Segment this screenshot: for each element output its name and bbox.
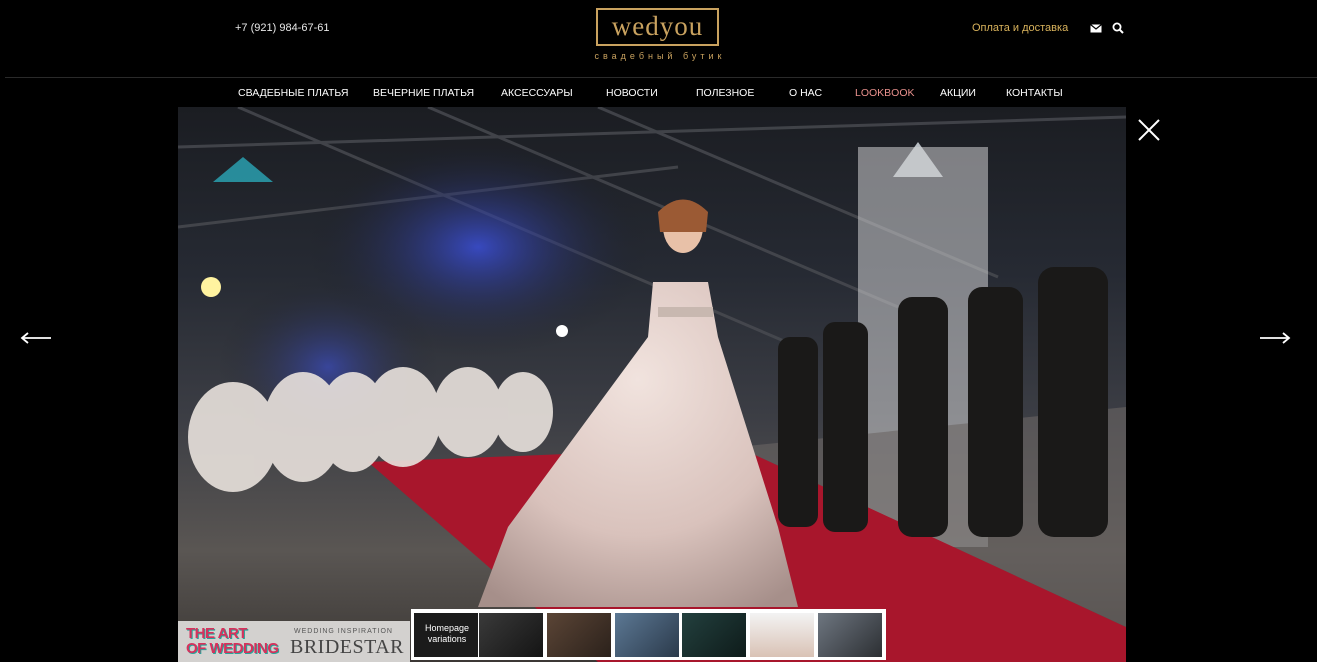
nav-item-accessories[interactable]: АКСЕССУАРЫ bbox=[501, 87, 573, 99]
nav-item-news[interactable]: НОВОСТИ bbox=[606, 87, 658, 99]
mail-icon[interactable] bbox=[1090, 24, 1102, 33]
thumbnail-caption: Homepage variations bbox=[418, 623, 476, 645]
site-header: +7 (921) 984-67-61 wedyou свадебный бути… bbox=[0, 0, 1317, 77]
lightbox-photo bbox=[178, 107, 1126, 662]
thumbnail-3[interactable] bbox=[547, 613, 611, 657]
thumbnail-7[interactable] bbox=[818, 613, 882, 657]
ad-banner[interactable]: THE ART OF WEDDING WEDDING INSPIRATION B… bbox=[178, 621, 410, 662]
main-navigation: СВАДЕБНЫЕ ПЛАТЬЯ ВЕЧЕРНИЕ ПЛАТЬЯ АКСЕССУ… bbox=[0, 84, 1317, 102]
thumbnail-4[interactable] bbox=[615, 613, 679, 657]
delivery-link[interactable]: Оплата и доставка bbox=[972, 22, 1068, 34]
thumbnail-caption-line2: variations bbox=[427, 634, 467, 644]
banner-art-of-wedding: THE ART OF WEDDING bbox=[186, 626, 282, 656]
header-divider bbox=[5, 77, 1317, 78]
search-icon[interactable] bbox=[1112, 22, 1124, 34]
phone-number[interactable]: +7 (921) 984-67-61 bbox=[235, 22, 329, 34]
banner-left-line1: THE ART bbox=[186, 625, 247, 642]
nav-item-contacts[interactable]: КОНТАКТЫ bbox=[1006, 87, 1063, 99]
nav-item-promotions[interactable]: АКЦИИ bbox=[940, 87, 976, 99]
banner-left-line2: OF WEDDING bbox=[186, 640, 279, 657]
banner-bridestar: BRIDESTAR bbox=[290, 636, 405, 658]
nav-item-useful[interactable]: ПОЛЕЗНОЕ bbox=[696, 87, 754, 99]
logo-wordmark: wedyou bbox=[596, 8, 719, 46]
thumbnail-5[interactable] bbox=[682, 613, 746, 657]
banner-small-text: WEDDING INSPIRATION bbox=[294, 628, 393, 635]
nav-item-about[interactable]: О НАС bbox=[789, 87, 822, 99]
logo[interactable]: wedyou свадебный бутик bbox=[594, 8, 726, 66]
close-icon[interactable] bbox=[1137, 118, 1161, 142]
thumbnail-homepage-variations[interactable]: Homepage variations bbox=[414, 613, 478, 657]
nav-item-wedding-dresses[interactable]: СВАДЕБНЫЕ ПЛАТЬЯ bbox=[238, 87, 348, 99]
thumbnail-2[interactable] bbox=[479, 613, 543, 657]
thumbnail-6[interactable] bbox=[750, 613, 814, 657]
nav-item-lookbook[interactable]: LOOKBOOK bbox=[855, 87, 915, 99]
arrow-left-icon[interactable] bbox=[20, 332, 52, 344]
nav-item-evening-dresses[interactable]: ВЕЧЕРНИЕ ПЛАТЬЯ bbox=[373, 87, 474, 99]
thumbnail-caption-line1: Homepage bbox=[424, 623, 470, 633]
logo-tagline: свадебный бутик bbox=[594, 51, 726, 61]
arrow-right-icon[interactable] bbox=[1259, 332, 1291, 344]
thumbnail-strip: Homepage variations bbox=[411, 609, 886, 660]
